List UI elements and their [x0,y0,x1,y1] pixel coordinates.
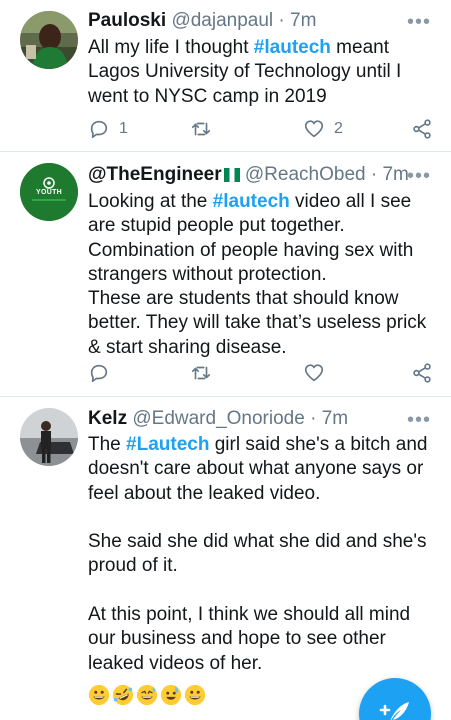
author-handle[interactable]: @Edward_Onoriode [132,408,304,429]
retweet-icon [191,366,211,380]
heart-icon [304,364,324,382]
reply-icon [90,364,108,383]
retweet-button[interactable] [189,360,213,386]
hashtag-link[interactable]: #lautech [213,191,290,212]
reply-button[interactable] [88,360,110,386]
like-count: 2 [334,120,343,137]
grinning-emoji-icon [184,684,206,706]
share-icon [413,119,431,139]
heart-icon [304,120,324,138]
like-button[interactable]: 2 [303,116,343,142]
grinning-emoji-icon [88,684,110,706]
reply-icon [90,120,108,139]
tweet-3[interactable]: Kelz @Edward_Onoriode · 7m ••• The #Laut… [0,397,451,720]
tweet-header: Kelz @Edward_Onoriode · 7m [88,407,435,431]
more-options-icon[interactable]: ••• [407,166,431,186]
tweet-2[interactable]: YOUTH @TheEngineer @ReachObed · 7m ••• L… [0,152,451,392]
tweet-header: @TheEngineer @ReachObed · 7m [88,163,435,187]
retweet-icon [191,122,211,136]
tweet-text: All my life I thought #lautech meant Lag… [88,37,402,107]
tweet-1[interactable]: Pauloski @dajanpaul · 7m ••• All my life… [0,0,451,150]
more-options-icon[interactable]: ••• [407,410,431,430]
like-button[interactable] [303,360,325,386]
compose-tweet-button[interactable] [359,678,431,720]
sweat-smile-emoji-icon [136,684,158,706]
tweet-text: The #Lautech girl said she's a bitch and… [88,434,428,674]
reply-button[interactable]: 1 [88,116,128,142]
avatar-theengineer[interactable]: YOUTH [20,163,78,221]
author-name[interactable]: Kelz [88,408,127,429]
compose-icon [379,702,409,720]
tweet-header: Pauloski @dajanpaul · 7m [88,9,435,33]
emoji-row [88,684,206,710]
tweet-actions [88,360,438,386]
tweet-text: Looking at the #lautech video all I see … [88,191,427,358]
sweat-emoji-icon [160,684,182,706]
tweet-actions: 1 2 [88,116,438,142]
author-handle[interactable]: @dajanpaul [171,10,273,31]
share-icon [413,363,431,383]
avatar-kelz[interactable] [20,408,78,466]
tweet-time: · 7m [370,164,409,185]
hashtag-link[interactable]: #Lautech [126,434,209,455]
reply-count: 1 [119,120,128,137]
rofl-emoji-icon [112,684,134,706]
avatar-text: YOUTH [36,189,62,196]
more-options-icon[interactable]: ••• [407,12,431,32]
retweet-button[interactable] [189,116,213,142]
share-button[interactable] [411,360,433,386]
share-button[interactable] [411,116,433,142]
author-name[interactable]: Pauloski [88,10,166,31]
avatar-pauloski[interactable] [20,11,78,69]
tweet-time: · 7m [310,408,349,429]
nigeria-flag-icon [223,168,240,182]
tweet-time: · 7m [278,10,317,31]
hashtag-link[interactable]: #lautech [254,37,331,58]
author-name[interactable]: @TheEngineer [88,164,222,185]
author-handle[interactable]: @ReachObed [245,164,366,185]
